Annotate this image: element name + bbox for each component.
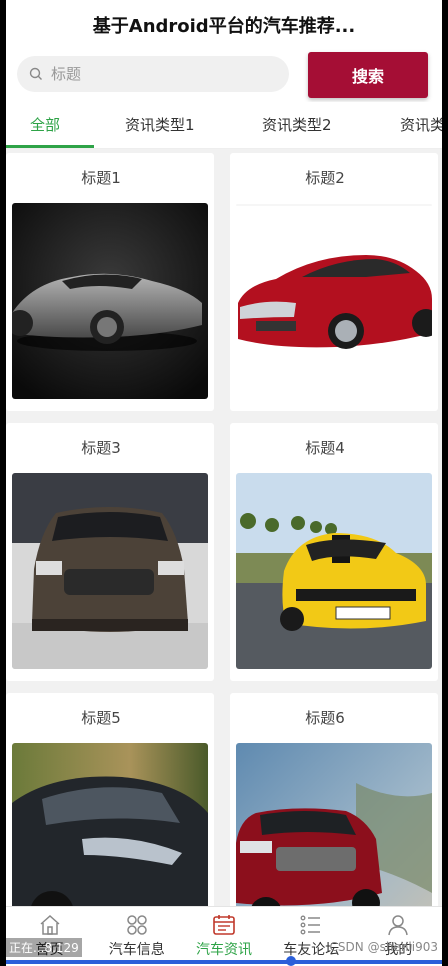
category-tabs: 全部 资讯类型1 资讯类型2 资讯类 bbox=[6, 102, 442, 149]
progress-indicator bbox=[286, 956, 296, 966]
news-card[interactable]: 标题2 bbox=[230, 153, 438, 411]
tab-type-2[interactable]: 资讯类型2 bbox=[262, 102, 332, 148]
nav-car-info-label: 汽车信息 bbox=[108, 942, 165, 958]
tab-all[interactable]: 全部 bbox=[30, 102, 60, 148]
nav-mine[interactable]: 我的 bbox=[355, 907, 442, 966]
bottom-navigation: 首页 汽车信息 汽车资讯 车友论坛 我的 bbox=[6, 906, 442, 966]
silver-concept-car-image bbox=[12, 203, 208, 399]
tab-type-3[interactable]: 资讯类 bbox=[400, 102, 442, 148]
active-tab-indicator bbox=[6, 145, 94, 148]
search-icon bbox=[29, 67, 42, 80]
news-card[interactable]: 标题4 bbox=[230, 423, 438, 681]
card-title: 标题1 bbox=[81, 169, 121, 187]
red-sedan-image bbox=[236, 203, 432, 399]
card-title: 标题4 bbox=[305, 439, 345, 457]
nav-home[interactable]: 首页 bbox=[6, 907, 93, 966]
card-title: 标题2 bbox=[305, 169, 345, 187]
nav-car-news-label: 汽车资讯 bbox=[196, 942, 252, 958]
card-title: 标题5 bbox=[81, 709, 121, 727]
tab-type-1[interactable]: 资讯类型1 bbox=[125, 102, 195, 148]
nav-car-info[interactable]: 汽车信息 bbox=[93, 907, 180, 966]
nav-forum[interactable]: 车友论坛 bbox=[268, 907, 355, 966]
news-card[interactable]: 标题3 bbox=[6, 423, 214, 681]
search-input[interactable] bbox=[49, 64, 253, 84]
card-title: 标题6 bbox=[305, 709, 345, 727]
yellow-camaro-image bbox=[236, 473, 432, 669]
page-title: 基于Android平台的汽车推荐... bbox=[92, 16, 356, 37]
right-frame bbox=[442, 0, 448, 966]
title-bar: 基于Android平台的汽车推荐... bbox=[6, 0, 442, 50]
search-box[interactable] bbox=[17, 56, 289, 92]
search-button[interactable]: 搜索 bbox=[308, 52, 428, 98]
nav-car-news[interactable]: 汽车资讯 bbox=[180, 907, 267, 966]
news-card[interactable]: 标题1 bbox=[6, 153, 214, 411]
load-status-text: 正在...8.129 bbox=[6, 938, 82, 957]
watermark: CSDN @shenli903 bbox=[329, 940, 438, 954]
list-icon bbox=[300, 915, 321, 935]
grid-icon bbox=[127, 915, 147, 935]
search-row: 搜索 bbox=[6, 50, 442, 102]
user-icon bbox=[388, 915, 409, 936]
home-icon bbox=[40, 914, 60, 935]
brown-buick-sedan-image bbox=[12, 473, 208, 669]
card-title: 标题3 bbox=[81, 439, 121, 457]
news-icon bbox=[213, 915, 235, 935]
progress-bar bbox=[6, 960, 442, 964]
app-screen: 基于Android平台的汽车推荐... 搜索 全部 资讯类型1 资讯类型2 资讯… bbox=[6, 0, 442, 966]
